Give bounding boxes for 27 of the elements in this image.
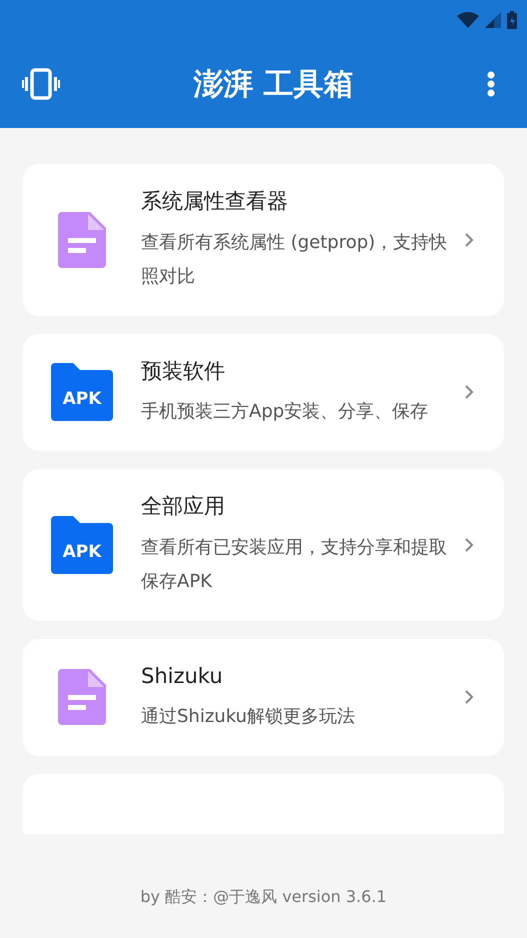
card-title: Shizuku (141, 662, 224, 690)
card-title: 预装软件 (141, 358, 226, 384)
tool-card[interactable]: Shizuku 通过Shizuku解锁更多玩法 (23, 638, 504, 756)
chevron-right-icon (464, 689, 474, 706)
chevron-right-icon (464, 232, 474, 248)
document-icon (58, 669, 106, 726)
apk-label: APK (62, 388, 103, 412)
signal-icon (485, 12, 501, 28)
document-icon (58, 212, 106, 268)
card-description: 查看所有已安装应用，支持分享和提取保存APK (141, 536, 448, 594)
tool-card[interactable]: 系统属性查看器 查看所有系统属性 (getprop)，支持快照对比 (23, 164, 504, 316)
apk-label: APK (62, 540, 103, 564)
card-description: 查看所有系统属性 (getprop)，支持快照对比 (141, 230, 448, 288)
tool-card[interactable]: APK 预装软件 手机预装三方App安装、分享、保存 (23, 334, 504, 451)
app-title: 澎湃 工具箱 (192, 66, 355, 104)
chevron-right-icon (464, 384, 474, 400)
battery-icon (507, 11, 517, 29)
chevron-right-icon (464, 536, 474, 553)
vibration-icon[interactable] (22, 68, 60, 100)
card-description: 通过Shizuku解锁更多玩法 (141, 705, 356, 729)
more-options-icon[interactable] (487, 71, 495, 97)
card-title: 全部应用 (141, 493, 226, 520)
version-footer: by 酷安：@于逸风 version 3.6.1 (140, 884, 387, 908)
wifi-icon (457, 12, 479, 28)
card-description: 手机预装三方App安装、分享、保存 (141, 400, 430, 424)
tool-card[interactable]: APK 全部应用 查看所有已安装应用，支持分享和提取保存APK (23, 469, 504, 620)
card-title: 系统属性查看器 (141, 188, 289, 215)
